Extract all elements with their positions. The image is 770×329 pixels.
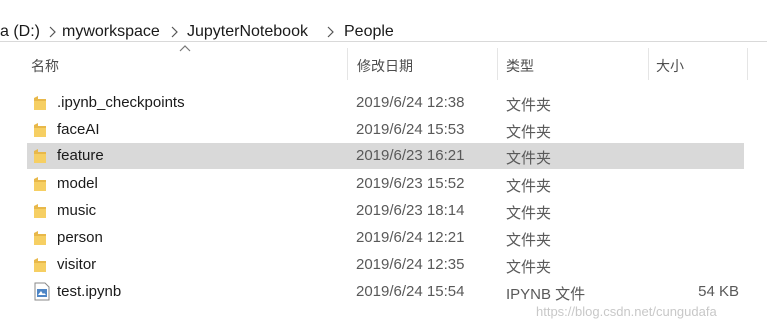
column-header-name[interactable]: 名称 bbox=[31, 56, 59, 76]
file-name: model bbox=[57, 175, 98, 192]
folder-icon bbox=[34, 96, 46, 110]
column-header-type[interactable]: 类型 bbox=[506, 56, 534, 76]
column-divider[interactable] bbox=[648, 48, 649, 80]
file-type: 文件夹 bbox=[506, 232, 552, 249]
file-row[interactable]: model 2019/6/23 15:52 文件夹 bbox=[27, 171, 744, 197]
file-row[interactable]: visitor 2019/6/24 12:35 文件夹 bbox=[27, 252, 744, 278]
folder-icon bbox=[34, 258, 46, 272]
breadcrumb-item-myworkspace[interactable]: myworkspace bbox=[62, 23, 160, 41]
file-type: 文件夹 bbox=[506, 259, 552, 276]
file-type: 文件夹 bbox=[506, 150, 552, 167]
file-modified: 2019/6/23 15:52 bbox=[356, 175, 465, 192]
file-type: 文件夹 bbox=[506, 97, 552, 114]
column-divider[interactable] bbox=[347, 48, 348, 80]
folder-icon bbox=[34, 231, 46, 245]
file-modified: 2019/6/23 18:14 bbox=[356, 202, 465, 219]
file-modified: 2019/6/24 12:21 bbox=[356, 229, 465, 246]
column-header-size[interactable]: 大小 bbox=[656, 56, 684, 76]
ipynb-file-icon bbox=[34, 282, 50, 301]
column-header-modified[interactable]: 修改日期 bbox=[357, 56, 413, 76]
file-name: person bbox=[57, 229, 103, 246]
breadcrumb-drive[interactable]: a (D:) bbox=[0, 23, 40, 41]
file-name: .ipynb_checkpoints bbox=[57, 94, 185, 111]
folder-icon bbox=[34, 123, 46, 137]
column-divider[interactable] bbox=[497, 48, 498, 80]
file-modified: 2019/6/24 15:53 bbox=[356, 121, 465, 138]
file-type: 文件夹 bbox=[506, 205, 552, 222]
file-size: 54 KB bbox=[698, 283, 739, 300]
file-row[interactable]: test.ipynb 2019/6/24 15:54 IPYNB 文件 54 K… bbox=[27, 279, 744, 305]
column-divider[interactable] bbox=[747, 48, 748, 80]
folder-icon bbox=[34, 177, 46, 191]
chevron-right-icon bbox=[49, 26, 56, 38]
file-row[interactable]: person 2019/6/24 12:21 文件夹 bbox=[27, 225, 744, 251]
file-name: visitor bbox=[57, 256, 97, 273]
address-bar[interactable]: a (D:) myworkspace JupyterNotebook Peopl… bbox=[0, 0, 770, 47]
file-type: 文件夹 bbox=[506, 124, 552, 141]
file-name: music bbox=[57, 202, 97, 219]
watermark: https://blog.csdn.net/cungudafa bbox=[536, 304, 717, 319]
breadcrumb: a (D:) myworkspace JupyterNotebook Peopl… bbox=[0, 7, 767, 42]
file-name: test.ipynb bbox=[57, 283, 122, 300]
folder-icon bbox=[34, 204, 46, 218]
file-modified: 2019/6/24 12:35 bbox=[356, 256, 465, 273]
folder-icon bbox=[34, 149, 46, 163]
file-modified: 2019/6/24 15:54 bbox=[356, 283, 465, 300]
file-modified: 2019/6/24 12:38 bbox=[356, 94, 465, 111]
file-type: IPYNB 文件 bbox=[506, 286, 586, 303]
breadcrumb-item-people[interactable]: People bbox=[344, 23, 394, 41]
file-type: 文件夹 bbox=[506, 178, 552, 195]
file-modified: 2019/6/23 16:21 bbox=[356, 147, 465, 164]
file-row[interactable]: music 2019/6/23 18:14 文件夹 bbox=[27, 198, 744, 224]
chevron-right-icon bbox=[171, 26, 178, 38]
chevron-right-icon bbox=[327, 26, 334, 38]
file-row[interactable]: faceAI 2019/6/24 15:53 文件夹 bbox=[27, 117, 744, 143]
file-name: faceAI bbox=[57, 121, 100, 138]
file-name: feature bbox=[57, 147, 104, 164]
column-header-row: 名称 修改日期 类型 大小 bbox=[0, 48, 770, 82]
file-row-selected[interactable]: feature 2019/6/23 16:21 文件夹 bbox=[27, 143, 744, 169]
file-row[interactable]: .ipynb_checkpoints 2019/6/24 12:38 文件夹 bbox=[27, 90, 744, 116]
breadcrumb-item-jupyternotebook[interactable]: JupyterNotebook bbox=[187, 23, 308, 41]
